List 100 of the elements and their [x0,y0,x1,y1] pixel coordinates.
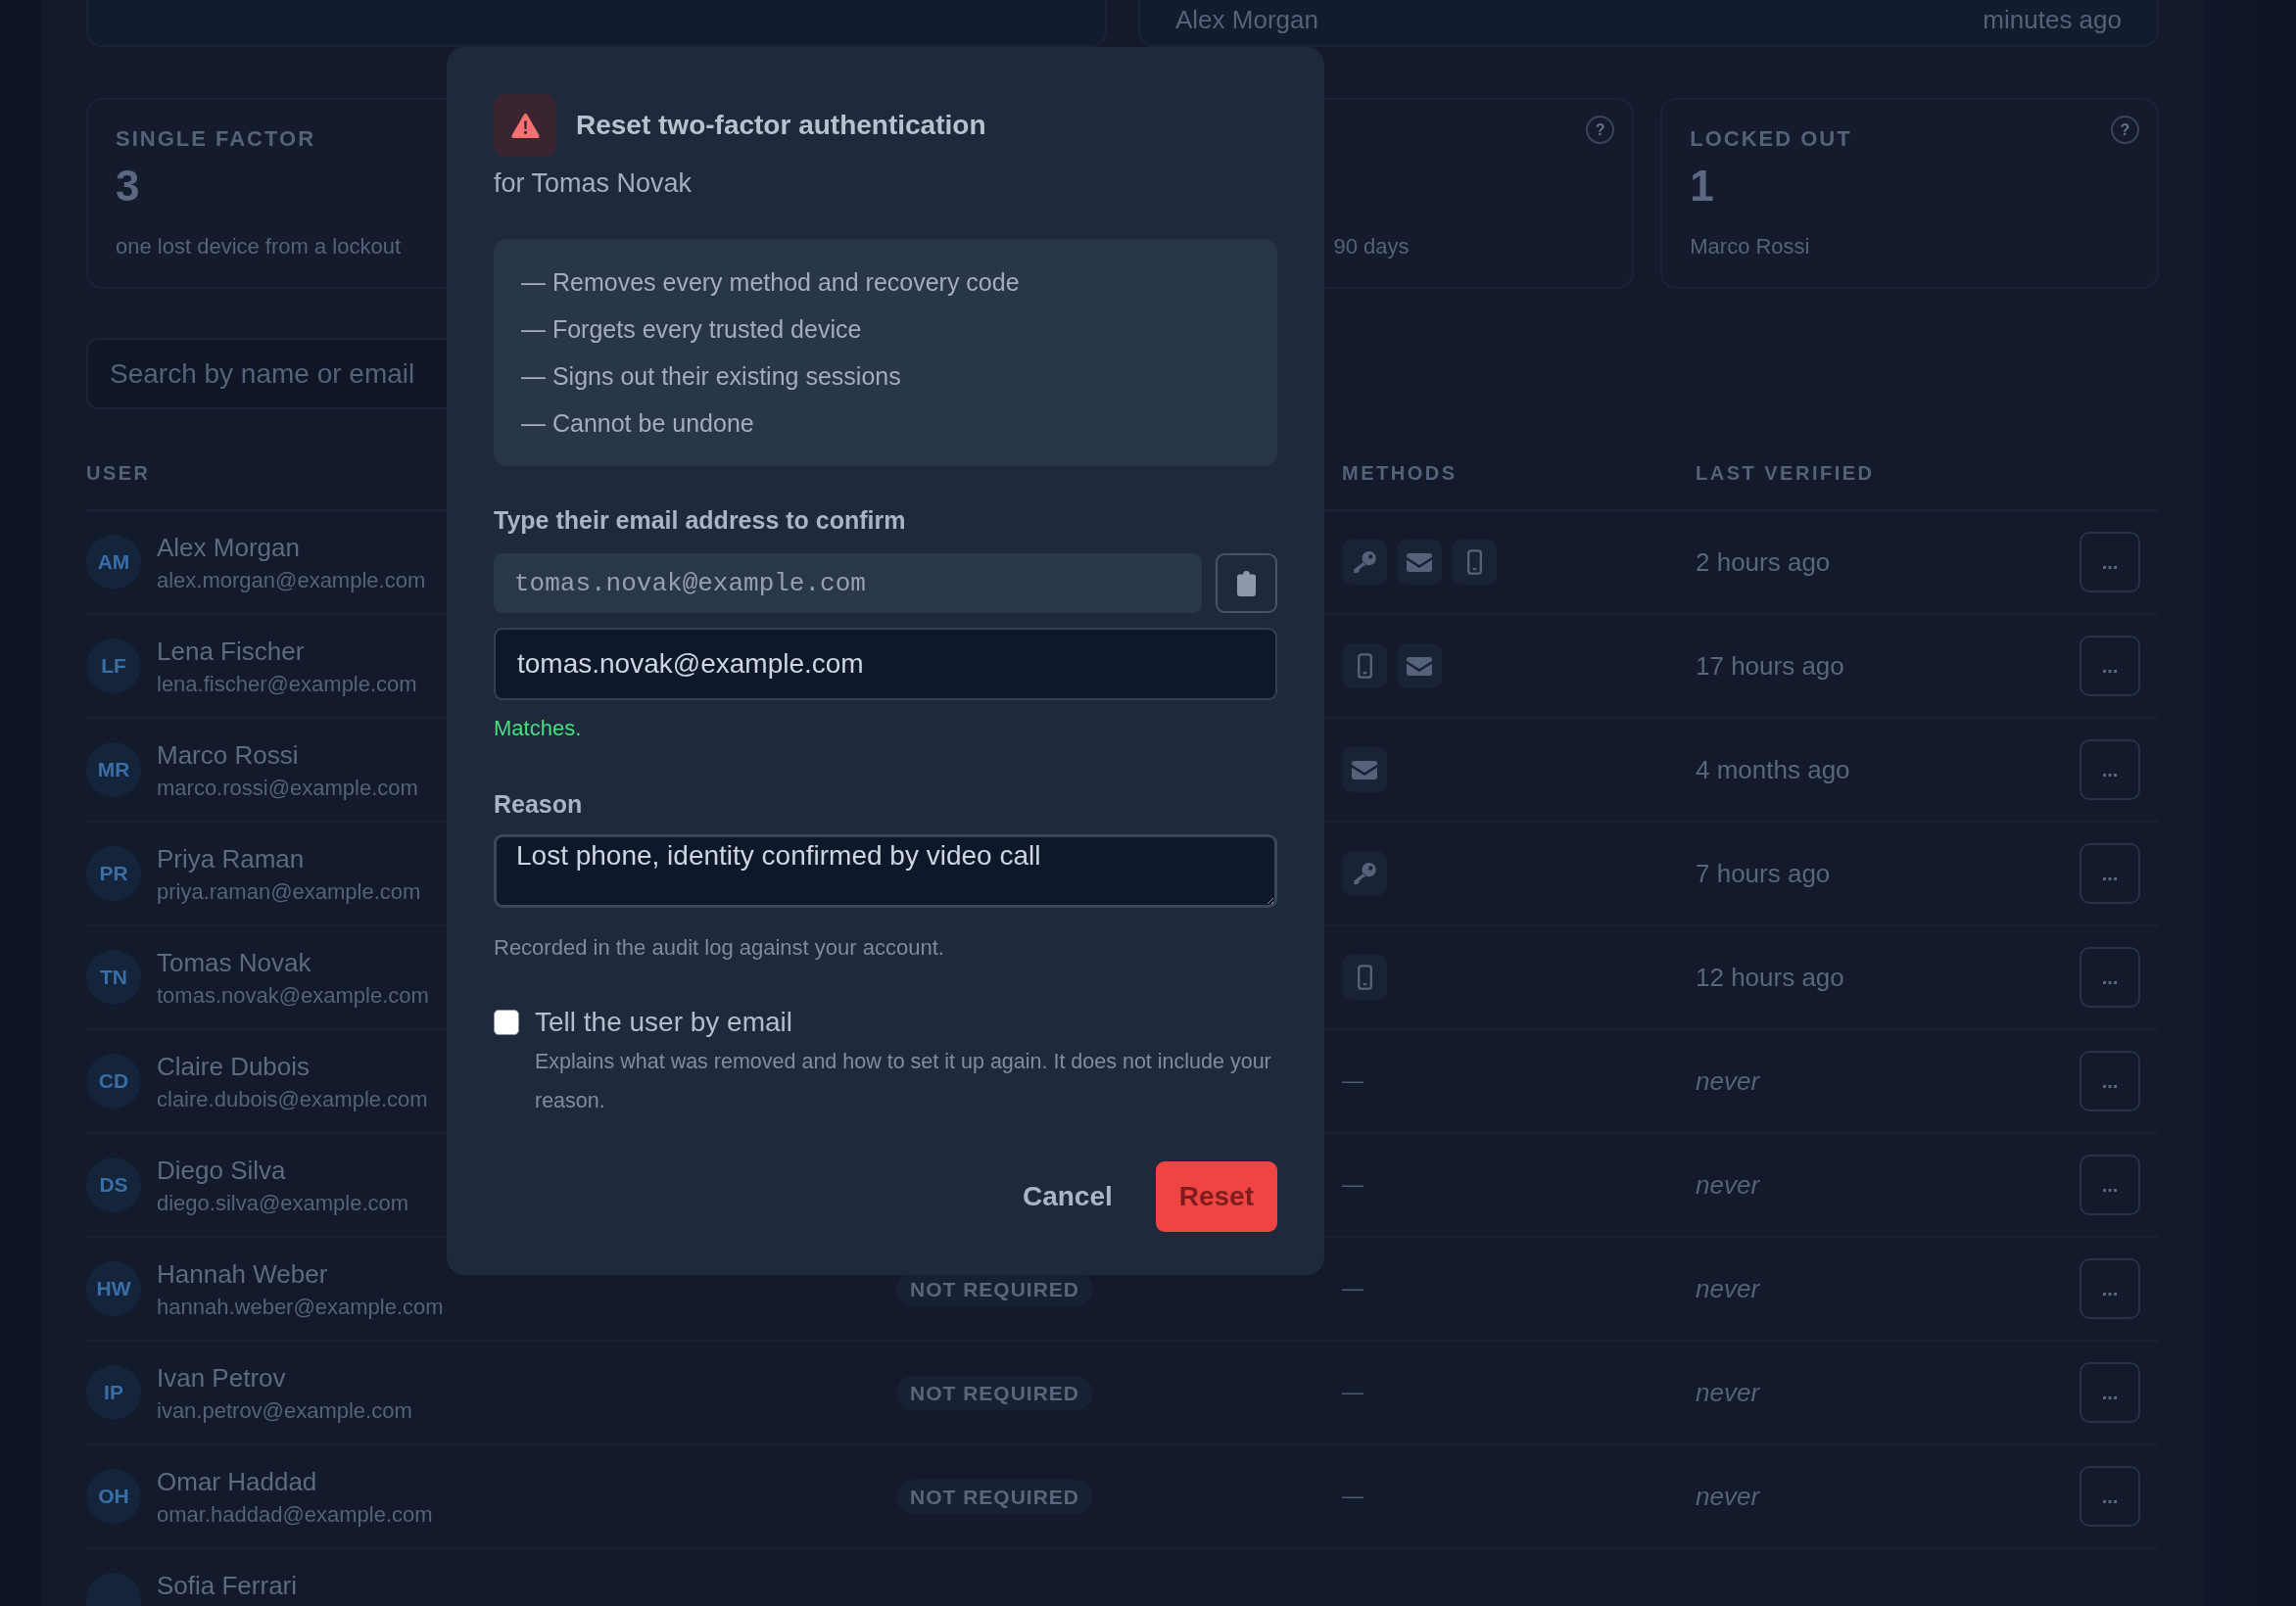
avatar: CD [86,1054,141,1109]
user-name: Tomas Novak [157,947,311,979]
phone-icon [1342,643,1387,688]
avatar: MR [86,742,141,797]
more-button[interactable]: ... [2080,739,2140,800]
consequence-item: — Forgets every trusted device [521,314,863,345]
user-email: tomas.novak@example.com [157,982,429,1010]
field-label: Type their email address to confirm [494,505,907,536]
column-header: USER [86,462,151,484]
more-button[interactable]: ... [2080,1258,2140,1319]
user-name: Alex Morgan [157,532,300,564]
cancel-button[interactable]: Cancel [1000,1161,1134,1232]
stat-label: SINGLE FACTOR [116,126,316,152]
last-verified: 4 months ago [1696,754,1850,785]
avatar: TN [86,950,141,1005]
email-input[interactable]: tomas.novak@example.com [494,628,1277,700]
no-methods-dash: — [1342,1276,1363,1301]
user-email: claire.dubois@example.com [157,1086,428,1113]
notify-checkbox[interactable] [494,1010,519,1035]
reason-textarea[interactable]: Lost phone, identity confirmed by video call [494,834,1277,908]
consequence-item: — Signs out their existing sessions [521,361,902,392]
last-verified: 7 hours ago [1696,858,1831,889]
warning-icon [494,94,556,157]
help-text: Recorded in the audit log against your account. [494,934,945,962]
last-verified: 12 hours ago [1696,962,1844,993]
no-methods-dash: — [1342,1172,1363,1198]
avatar: OH [86,1469,141,1524]
more-button[interactable]: ... [2080,947,2140,1008]
copy-button[interactable] [1216,553,1277,613]
last-verified: never [1696,1273,1760,1304]
avatar: DS [86,1157,141,1212]
more-button[interactable]: ... [2080,1051,2140,1111]
user-email: priya.raman@example.com [157,878,421,906]
key-icon [1342,540,1387,585]
user-name: Marco Rossi [157,739,299,772]
status-badge: NOT REQUIRED [896,1375,1093,1410]
more-button[interactable]: ... [2080,1155,2140,1215]
help-icon[interactable]: ? [2111,116,2139,144]
stat-note: Marco Rossi [1690,233,1810,260]
user-name: Lena Fischer [157,636,305,668]
key-icon [1342,851,1387,896]
user-name: Priya Raman [157,843,305,875]
last-verified: 17 hours ago [1696,650,1844,682]
field-label: Reason [494,789,584,820]
checkbox-label: Tell the user by email [535,1006,792,1039]
status-badge: NOT REQUIRED [896,1479,1093,1514]
dialog-title: Reset two-factor authentication [576,109,986,142]
user-email: ivan.petrov@example.com [157,1397,412,1425]
activity-time: minutes ago [1983,4,2122,35]
no-methods-dash: — [1342,1380,1363,1405]
last-verified: never [1696,1169,1760,1201]
match-message: Matches. [494,715,583,742]
more-button[interactable]: ... [2080,1362,2140,1423]
column-header: METHODS [1342,462,1458,484]
reset-button[interactable]: Reset [1155,1161,1277,1232]
envelope-icon [1397,643,1442,688]
avatar: AM [86,535,141,590]
envelope-icon [1342,747,1387,792]
user-email: lena.fischer@example.com [157,671,417,698]
column-header: LAST VERIFIED [1696,462,1875,484]
user-email: alex.morgan@example.com [157,567,426,594]
user-email: omar.haddad@example.com [157,1501,433,1529]
stat-label: LOCKED OUT [1690,126,1852,152]
consequence-item: — Cannot be undone [521,408,755,439]
user-name: Diego Silva [157,1155,286,1187]
avatar: PR [86,846,141,901]
more-button[interactable]: ... [2080,843,2140,904]
avatar: LF [86,638,141,693]
help-icon[interactable]: ? [1586,116,1615,144]
user-email: marco.rossi@example.com [157,775,418,802]
envelope-icon [1397,540,1442,585]
more-button[interactable]: ... [2080,1466,2140,1527]
last-verified: never [1696,1481,1760,1512]
user-email: diego.silva@example.com [157,1190,409,1217]
stat-value: 3 [116,162,140,211]
last-verified: never [1696,1377,1760,1408]
user-name: Hannah Weber [157,1258,328,1291]
no-methods-dash: — [1342,1068,1363,1094]
no-methods-dash: — [1342,1484,1363,1509]
expected-email: tomas.novak@example.com [494,553,1202,613]
dialog-subtitle: for Tomas Novak [494,167,694,200]
user-name: Claire Dubois [157,1051,311,1083]
user-name: Omar Haddad [157,1466,317,1498]
last-verified: never [1696,1065,1760,1097]
consequence-item: — Removes every method and recovery code [521,267,1021,298]
user-email: hannah.weber@example.com [157,1294,444,1321]
stat-note: 90 days [1333,233,1410,260]
stat-note: one lost device from a lockout [116,233,402,260]
phone-icon [1342,955,1387,1000]
more-button[interactable]: ... [2080,636,2140,696]
user-name: Sofia Ferrari [157,1570,298,1602]
user-name: Ivan Petrov [157,1362,286,1394]
activity-user: Alex Morgan [1175,4,1318,35]
phone-icon [1452,540,1497,585]
more-button[interactable]: ... [2080,532,2140,592]
checkbox-description: Explains what was removed and how to set it up again. It does not include your reason. [535,1049,1272,1114]
clipboard-icon [1237,570,1256,596]
last-verified: 2 hours ago [1696,546,1831,578]
avatar: HW [86,1261,141,1316]
stat-value: 1 [1690,162,1714,211]
